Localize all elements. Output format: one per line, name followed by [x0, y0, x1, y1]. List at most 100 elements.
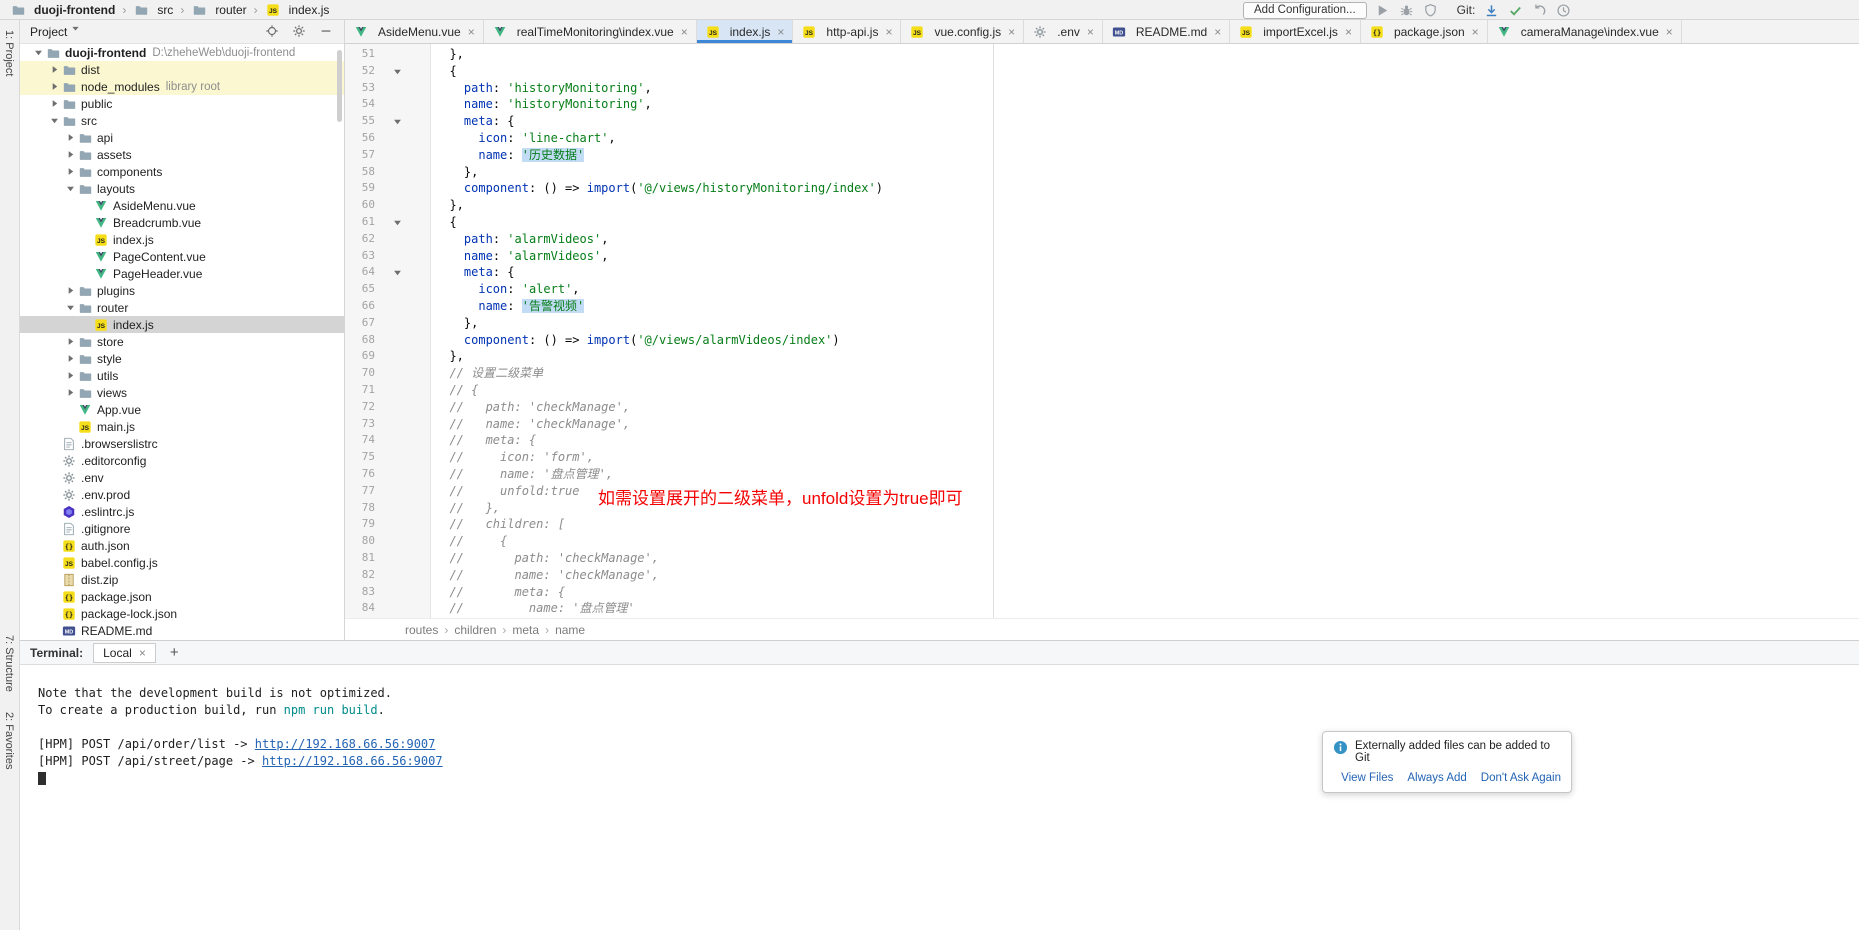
close-icon[interactable]: ×	[1008, 25, 1015, 39]
toolwindow-favorites-button[interactable]: 2: Favorites	[3, 712, 15, 769]
tree-item[interactable]: {}package-lock.json	[20, 605, 344, 622]
code-line[interactable]: 54 name: 'historyMonitoring',	[345, 96, 1859, 113]
coverage-icon[interactable]	[1423, 2, 1439, 18]
tree-item[interactable]: {}package.json	[20, 588, 344, 605]
tree-item[interactable]: App.vue	[20, 401, 344, 418]
code-line[interactable]: 57 name: '历史数据'	[345, 147, 1859, 164]
terminal-link[interactable]: http://192.168.66.56:9007	[262, 754, 443, 768]
editor-tab[interactable]: MDREADME.md×	[1103, 20, 1230, 43]
editor-tab[interactable]: .env×	[1024, 20, 1103, 43]
tree-item[interactable]: dist.zip	[20, 571, 344, 588]
close-icon[interactable]: ×	[139, 646, 146, 660]
scrollbar-thumb[interactable]	[337, 50, 342, 122]
add-configuration-button[interactable]: Add Configuration...	[1243, 2, 1367, 19]
code-line[interactable]: 58 },	[345, 164, 1859, 181]
editor-tab[interactable]: JSimportExcel.js×	[1230, 20, 1361, 43]
chevron-right-icon[interactable]	[47, 99, 61, 108]
code-line[interactable]: 65 icon: 'alert',	[345, 281, 1859, 298]
editor-tab[interactable]: JSindex.js×	[697, 20, 794, 43]
code-line[interactable]: 60 },	[345, 197, 1859, 214]
git-update-icon[interactable]	[1483, 2, 1499, 18]
breadcrumb-item[interactable]: duoji-frontend	[8, 2, 117, 17]
code-line[interactable]: 66 name: '告警视频'	[345, 298, 1859, 315]
chevron-right-icon[interactable]	[47, 82, 61, 91]
code-line[interactable]: 78 // },	[345, 500, 1859, 517]
close-icon[interactable]: ×	[1087, 25, 1094, 39]
chevron-right-icon[interactable]	[63, 371, 77, 380]
new-terminal-button[interactable]: +	[166, 644, 183, 661]
fold-icon[interactable]	[375, 113, 431, 130]
code-line[interactable]: 74 // meta: {	[345, 432, 1859, 449]
tree-item[interactable]: utils	[20, 367, 344, 384]
editor-tab[interactable]: AsideMenu.vue×	[345, 20, 484, 43]
tree-item[interactable]: JSindex.js	[20, 316, 344, 333]
tree-item[interactable]: assets	[20, 146, 344, 163]
fold-icon[interactable]	[375, 63, 431, 80]
close-icon[interactable]: ×	[885, 25, 892, 39]
editor-tab[interactable]: JShttp-api.js×	[793, 20, 901, 43]
close-icon[interactable]: ×	[777, 25, 784, 39]
toolwindow-project-button[interactable]: 1: Project	[3, 30, 15, 76]
tree-item[interactable]: dist	[20, 61, 344, 78]
notification-action[interactable]: Always Add	[1407, 772, 1466, 784]
chevron-right-icon[interactable]	[63, 133, 77, 142]
close-icon[interactable]: ×	[1472, 25, 1479, 39]
tree-item[interactable]: node_moduleslibrary root	[20, 78, 344, 95]
tree-item[interactable]: components	[20, 163, 344, 180]
chevron-right-icon[interactable]	[63, 167, 77, 176]
chevron-down-icon[interactable]	[47, 116, 61, 125]
code-line[interactable]: 72 // path: 'checkManage',	[345, 399, 1859, 416]
tree-item[interactable]: {}auth.json	[20, 537, 344, 554]
hide-panel-icon[interactable]	[319, 24, 334, 39]
tree-item[interactable]: views	[20, 384, 344, 401]
git-revert-icon[interactable]	[1531, 2, 1547, 18]
tree-item[interactable]: PageContent.vue	[20, 248, 344, 265]
close-icon[interactable]: ×	[1666, 25, 1673, 39]
code-line[interactable]: 73 // name: 'checkManage',	[345, 416, 1859, 433]
code-line[interactable]: 56 icon: 'line-chart',	[345, 130, 1859, 147]
chevron-down-icon[interactable]	[63, 184, 77, 193]
code-line[interactable]: 52 {	[345, 63, 1859, 80]
tree-item[interactable]: JSindex.js	[20, 231, 344, 248]
editor-tab[interactable]: realTimeMonitoring\index.vue×	[484, 20, 697, 43]
code-line[interactable]: 84 // name: '盘点管理'	[345, 600, 1859, 617]
terminal-link[interactable]: http://192.168.66.56:9007	[255, 737, 436, 751]
chevron-right-icon[interactable]	[63, 388, 77, 397]
gear-icon[interactable]	[292, 24, 307, 39]
tree-item[interactable]: JSmain.js	[20, 418, 344, 435]
code-line[interactable]: 53 path: 'historyMonitoring',	[345, 80, 1859, 97]
toolwindow-structure-button[interactable]: 7: Structure	[3, 635, 15, 692]
chevron-down-icon[interactable]	[63, 303, 77, 312]
editor-breadcrumb-item[interactable]: name	[555, 623, 585, 637]
notification-action[interactable]: Don't Ask Again	[1481, 772, 1561, 784]
tree-item[interactable]: MDREADME.md	[20, 622, 344, 639]
git-commit-icon[interactable]	[1507, 2, 1523, 18]
notification-action[interactable]: View Files	[1341, 772, 1393, 784]
code-line[interactable]: 76 // name: '盘点管理',	[345, 466, 1859, 483]
code-line[interactable]: 67 },	[345, 315, 1859, 332]
tree-item[interactable]: api	[20, 129, 344, 146]
fold-icon[interactable]	[375, 214, 431, 231]
tree-item[interactable]: .browserslistrc	[20, 435, 344, 452]
code-line[interactable]: 68 component: () => import('@/views/alar…	[345, 332, 1859, 349]
code-line[interactable]: 81 // path: 'checkManage',	[345, 550, 1859, 567]
terminal-output[interactable]: Note that the development build is not o…	[20, 665, 1859, 787]
editor-tab[interactable]: cameraManage\index.vue×	[1488, 20, 1682, 43]
code-line[interactable]: 70 // 设置二级菜单	[345, 365, 1859, 382]
project-view-selector[interactable]: Project	[30, 25, 67, 39]
code-line[interactable]: 62 path: 'alarmVideos',	[345, 231, 1859, 248]
tree-item[interactable]: JSbabel.config.js	[20, 554, 344, 571]
tree-item[interactable]: .env.prod	[20, 486, 344, 503]
tree-item[interactable]: plugins	[20, 282, 344, 299]
close-icon[interactable]: ×	[681, 25, 688, 39]
editor-breadcrumb-item[interactable]: children	[454, 623, 496, 637]
code-line[interactable]: 64 meta: {	[345, 264, 1859, 281]
code-line[interactable]: 59 component: () => import('@/views/hist…	[345, 180, 1859, 197]
editor-tab[interactable]: JSvue.config.js×	[901, 20, 1024, 43]
editor-breadcrumb-item[interactable]: routes	[405, 623, 438, 637]
tree-item[interactable]: Breadcrumb.vue	[20, 214, 344, 231]
git-history-icon[interactable]	[1555, 2, 1571, 18]
tree-item[interactable]: layouts	[20, 180, 344, 197]
tree-item[interactable]: .editorconfig	[20, 452, 344, 469]
code-line[interactable]: 55 meta: {	[345, 113, 1859, 130]
